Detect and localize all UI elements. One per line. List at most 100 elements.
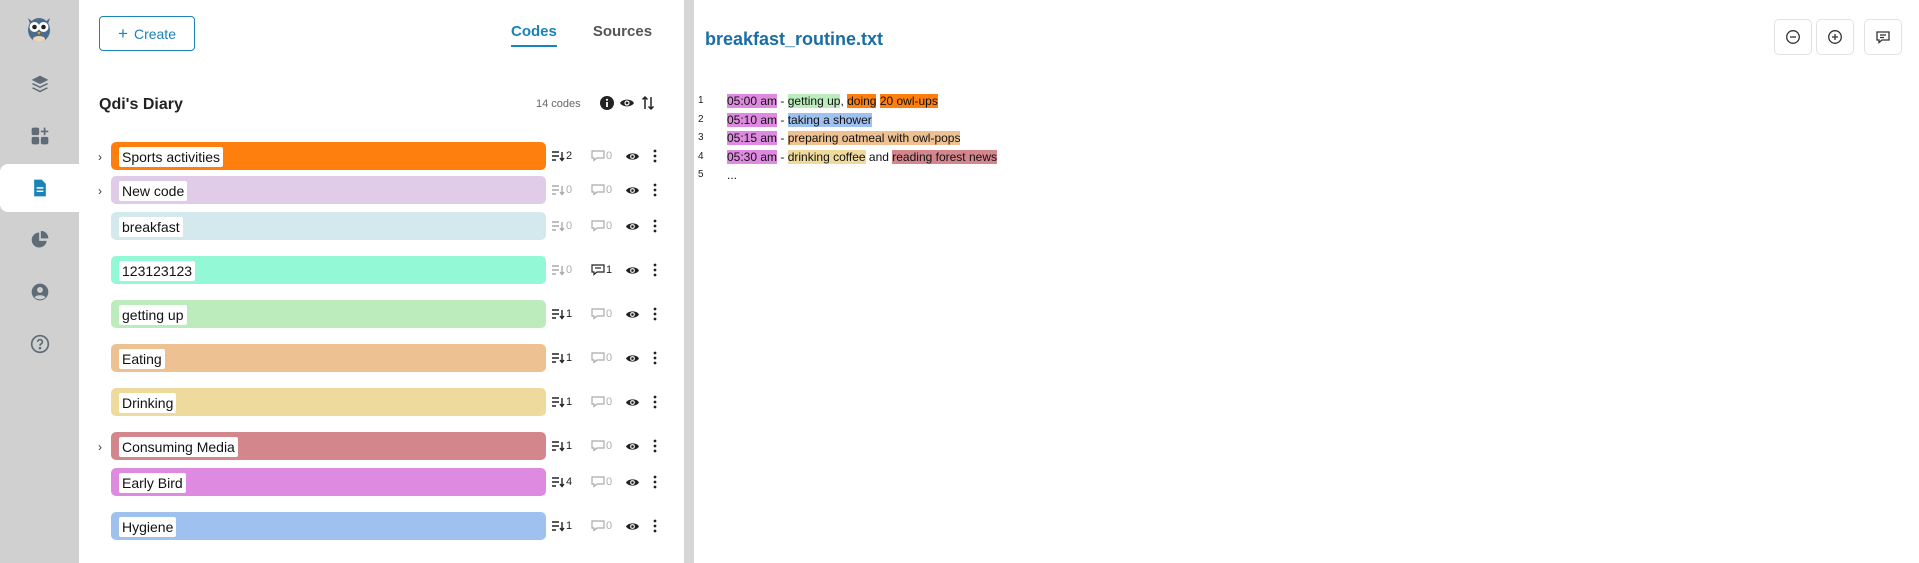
- more-options-icon[interactable]: [652, 518, 658, 534]
- segments-count[interactable]: 1: [551, 396, 572, 408]
- code-color-bar[interactable]: getting up: [111, 300, 546, 328]
- eye-icon[interactable]: [625, 264, 640, 277]
- tab-codes[interactable]: Codes: [511, 23, 557, 47]
- panel-splitter[interactable]: [684, 0, 694, 563]
- code-color-bar[interactable]: Hygiene: [111, 512, 546, 540]
- code-row[interactable]: Drinking 1 0: [79, 388, 684, 418]
- memos-count[interactable]: 1: [591, 264, 612, 276]
- info-icon[interactable]: [599, 95, 615, 111]
- eye-icon[interactable]: [625, 396, 640, 409]
- segments-count[interactable]: 0: [551, 264, 572, 276]
- eye-icon[interactable]: [625, 520, 640, 533]
- eye-icon[interactable]: [625, 150, 640, 163]
- code-color-bar[interactable]: Eating: [111, 344, 546, 372]
- segments-count[interactable]: 1: [551, 308, 572, 320]
- coded-segment[interactable]: 05:10 am: [727, 112, 778, 127]
- coded-segment[interactable]: drinking coffee: [787, 149, 866, 164]
- line-text[interactable]: 05:15 am - preparing oatmeal with owl-po…: [727, 129, 961, 148]
- coded-segment[interactable]: 05:15 am: [727, 131, 778, 145]
- code-row[interactable]: › Consuming Media 1 0: [79, 432, 684, 462]
- line-text[interactable]: ...: [727, 166, 737, 185]
- more-options-icon[interactable]: [652, 306, 658, 322]
- memos-count[interactable]: 0: [591, 184, 612, 196]
- comment-button[interactable]: [1864, 19, 1902, 55]
- line-text[interactable]: 05:10 am - taking a shower: [727, 111, 872, 130]
- eye-icon[interactable]: [619, 95, 635, 111]
- zoom-in-button[interactable]: [1816, 19, 1854, 55]
- segments-count[interactable]: 4: [551, 476, 572, 488]
- eye-icon[interactable]: [625, 476, 640, 489]
- code-row[interactable]: Eating 1 0: [79, 344, 684, 374]
- segments-count[interactable]: 1: [551, 440, 572, 452]
- coded-segment[interactable]: preparing oatmeal with owl-pops: [787, 131, 961, 145]
- segments-count[interactable]: 1: [551, 352, 572, 364]
- code-row[interactable]: › New code 0 0: [79, 176, 684, 206]
- sort-icon[interactable]: [640, 95, 656, 111]
- code-row[interactable]: Early Bird 4 0: [79, 468, 684, 498]
- coded-segment[interactable]: 20 owl-ups: [879, 94, 938, 108]
- code-color-bar[interactable]: 123123123: [111, 256, 546, 284]
- code-color-bar[interactable]: breakfast: [111, 212, 546, 240]
- segments-count[interactable]: 0: [551, 220, 572, 232]
- memos-count[interactable]: 0: [591, 220, 612, 232]
- zoom-out-button[interactable]: [1774, 19, 1812, 55]
- coded-segment[interactable]: 05:00 am: [727, 94, 778, 108]
- nav-account[interactable]: [0, 268, 79, 316]
- coded-segment[interactable]: doing: [847, 94, 877, 108]
- code-row[interactable]: Hygiene 1 0: [79, 512, 684, 542]
- memos-count[interactable]: 0: [591, 308, 612, 320]
- segments-count[interactable]: 0: [551, 184, 572, 196]
- line-text[interactable]: 05:00 am - getting up, doing 20 owl-ups: [727, 92, 938, 111]
- nav-help[interactable]: [0, 320, 79, 368]
- memo-icon: [591, 184, 605, 196]
- owl-logo[interactable]: [23, 12, 55, 44]
- segments-count[interactable]: 1: [551, 520, 572, 532]
- memo-icon: [591, 220, 605, 232]
- more-options-icon[interactable]: [652, 394, 658, 410]
- memos-count[interactable]: 0: [591, 440, 612, 452]
- memos-count[interactable]: 0: [591, 150, 612, 162]
- nav-analysis[interactable]: [0, 216, 79, 264]
- eye-icon[interactable]: [625, 440, 640, 453]
- memo-icon: [591, 264, 605, 276]
- nav-rail: [0, 0, 79, 563]
- code-row[interactable]: › Sports activities 2 0: [79, 142, 684, 172]
- code-row[interactable]: 123123123 0 1: [79, 256, 684, 286]
- more-options-icon[interactable]: [652, 218, 658, 234]
- code-color-bar[interactable]: Drinking: [111, 388, 546, 416]
- eye-icon[interactable]: [625, 220, 640, 233]
- more-options-icon[interactable]: [652, 474, 658, 490]
- chevron-right-icon[interactable]: ›: [98, 150, 108, 164]
- more-options-icon[interactable]: [652, 438, 658, 454]
- memos-count[interactable]: 0: [591, 396, 612, 408]
- create-button[interactable]: + Create: [99, 16, 195, 51]
- nav-documents[interactable]: [0, 60, 79, 108]
- eye-icon[interactable]: [625, 352, 640, 365]
- more-options-icon[interactable]: [652, 182, 658, 198]
- tab-sources[interactable]: Sources: [593, 23, 652, 47]
- memos-count[interactable]: 0: [591, 520, 612, 532]
- more-options-icon[interactable]: [652, 350, 658, 366]
- memos-count[interactable]: 0: [591, 352, 612, 364]
- more-options-icon[interactable]: [652, 148, 658, 164]
- code-row[interactable]: getting up 1 0: [79, 300, 684, 330]
- coded-segment[interactable]: 05:30 am: [727, 149, 778, 164]
- chevron-right-icon[interactable]: ›: [98, 440, 108, 454]
- eye-icon[interactable]: [625, 184, 640, 197]
- nav-coding[interactable]: [0, 164, 79, 212]
- coded-segment[interactable]: getting up: [787, 94, 841, 108]
- chevron-right-icon[interactable]: ›: [98, 184, 108, 198]
- more-options-icon[interactable]: [652, 262, 658, 278]
- line-text[interactable]: 05:30 am - drinking coffee and reading f…: [727, 148, 997, 167]
- memos-count[interactable]: 0: [591, 476, 612, 488]
- code-color-bar[interactable]: Sports activities: [111, 142, 546, 170]
- code-row[interactable]: breakfast 0 0: [79, 212, 684, 242]
- code-color-bar[interactable]: Early Bird: [111, 468, 546, 496]
- coded-segment[interactable]: reading forest news: [892, 149, 997, 164]
- nav-codes[interactable]: [0, 112, 79, 160]
- segments-count[interactable]: 2: [551, 150, 572, 162]
- code-color-bar[interactable]: Consuming Media: [111, 432, 546, 460]
- eye-icon[interactable]: [625, 308, 640, 321]
- coded-segment[interactable]: taking a shower: [787, 112, 872, 127]
- code-color-bar[interactable]: New code: [111, 176, 546, 204]
